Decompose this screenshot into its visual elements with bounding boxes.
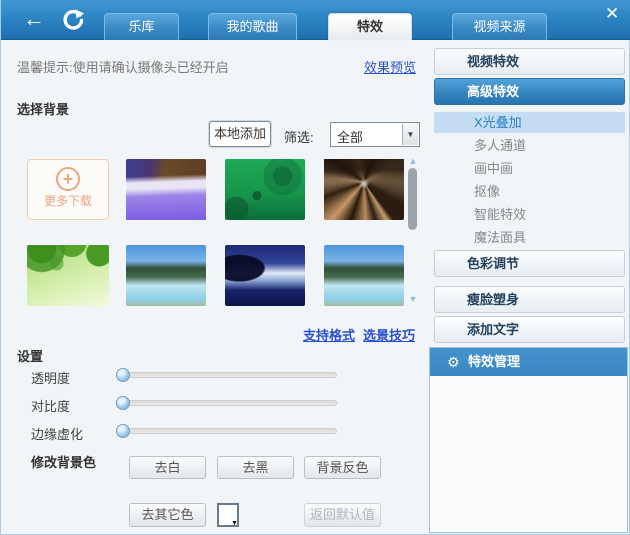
more-download-card[interactable]: + 更多下载 (27, 159, 109, 220)
back-icon[interactable]: ← (23, 6, 45, 32)
sidebar-item-picture-in-picture[interactable]: 画中画 (434, 158, 625, 179)
select-background-title: 选择背景 (17, 99, 69, 118)
thumbnail-night-palm-sea[interactable] (225, 245, 305, 306)
transparency-slider-knob[interactable] (116, 368, 130, 382)
thumbnail-zoom-blur-forest[interactable] (324, 159, 404, 220)
effects-manage-panel: ⚙ 特效管理 (429, 347, 628, 533)
more-download-label: 更多下载 (28, 192, 108, 209)
contrast-slider[interactable] (119, 400, 337, 406)
invert-background-button[interactable]: 背景反色 (304, 456, 381, 479)
filter-label: 筛选: (284, 127, 314, 146)
effects-manage-label: 特效管理 (468, 348, 520, 376)
tab-effects[interactable]: 特效 (328, 13, 412, 40)
remove-other-color-button[interactable]: 去其它色 (129, 503, 206, 527)
sidebar-section-color-adjust[interactable]: 色彩调节 (434, 250, 625, 277)
app-window: ← 乐库 我的歌曲 特效 视频来源 ✕ 温馨提示:使用请确认摄像头已经开启 效果… (0, 0, 630, 535)
sidebar-section-video-effects[interactable]: 视频特效 (434, 48, 625, 75)
sidebar-item-smart-effects[interactable]: 智能特效 (434, 204, 625, 225)
swatch-arrow-icon: ▼ (231, 520, 238, 527)
reset-default-button[interactable]: 返回默认值 (304, 503, 381, 527)
settings-title: 设置 (17, 346, 43, 365)
tab-my-songs[interactable]: 我的歌曲 (208, 13, 297, 40)
remove-white-button[interactable]: 去白 (129, 456, 206, 479)
edge-blur-label: 边缘虚化 (31, 424, 83, 443)
tab-video-source[interactable]: 视频来源 (452, 13, 547, 40)
transparency-label: 透明度 (31, 368, 70, 387)
scroll-up-icon[interactable]: ▲ (407, 156, 419, 166)
thumbnail-lake-trees-2[interactable] (324, 245, 404, 306)
edge-blur-slider[interactable] (119, 428, 337, 434)
gear-icon: ⚙ (447, 348, 460, 376)
plus-circle-icon: + (56, 167, 80, 191)
sidebar-item-multi-person[interactable]: 多人通道 (434, 135, 625, 156)
local-add-button[interactable]: 本地添加 (209, 121, 271, 147)
thumbnail-purple-mountain[interactable] (126, 159, 206, 220)
sidebar-section-advanced-effects[interactable]: 高级特效 (434, 78, 625, 105)
dropdown-arrow-icon[interactable]: ▼ (402, 124, 418, 145)
filter-select[interactable]: 全部 ▼ (330, 122, 420, 147)
sidebar-section-face-slim[interactable]: 瘦脸塑身 (434, 286, 625, 313)
effects-manage-bar[interactable]: ⚙ 特效管理 (430, 348, 627, 376)
effect-preview-link[interactable]: 效果预览 (364, 57, 416, 76)
tab-music-library[interactable]: 乐库 (104, 13, 179, 40)
contrast-label: 对比度 (31, 396, 70, 415)
thumbnail-green-leaves[interactable] (27, 245, 109, 306)
scrollbar-thumb[interactable] (408, 168, 417, 230)
transparency-slider[interactable] (119, 372, 337, 378)
color-swatch-picker[interactable]: ▼ (217, 503, 239, 527)
sidebar-item-keying[interactable]: 抠像 (434, 181, 625, 202)
scene-tips-link[interactable]: 选景技巧 (363, 328, 415, 343)
remove-black-button[interactable]: 去黑 (217, 456, 294, 479)
contrast-slider-knob[interactable] (116, 396, 130, 410)
supported-formats-link[interactable]: 支持格式 (303, 328, 355, 343)
sidebar-item-magic-mask[interactable]: 魔法面具 (434, 227, 625, 248)
modify-bg-color-label: 修改背景色 (31, 452, 96, 471)
sidebar-item-xray-overlay[interactable]: X光叠加 (434, 112, 625, 133)
format-links: 支持格式选景技巧 (303, 325, 415, 344)
close-icon[interactable]: ✕ (605, 4, 619, 24)
camera-tip-text: 温馨提示:使用请确认摄像头已经开启 (17, 57, 229, 76)
top-navigation-bar: ← 乐库 我的歌曲 特效 视频来源 ✕ (1, 0, 630, 40)
edge-blur-slider-knob[interactable] (116, 424, 130, 438)
thumbnail-lake-trees[interactable] (126, 245, 206, 306)
refresh-icon[interactable] (61, 8, 85, 32)
thumbnail-green-hearts[interactable] (225, 159, 305, 220)
scroll-down-icon[interactable]: ▼ (407, 294, 419, 304)
filter-selected-value: 全部 (337, 127, 363, 146)
sidebar-section-add-text[interactable]: 添加文字 (434, 316, 625, 343)
grid-scrollbar[interactable]: ▲ ▼ (406, 156, 420, 306)
